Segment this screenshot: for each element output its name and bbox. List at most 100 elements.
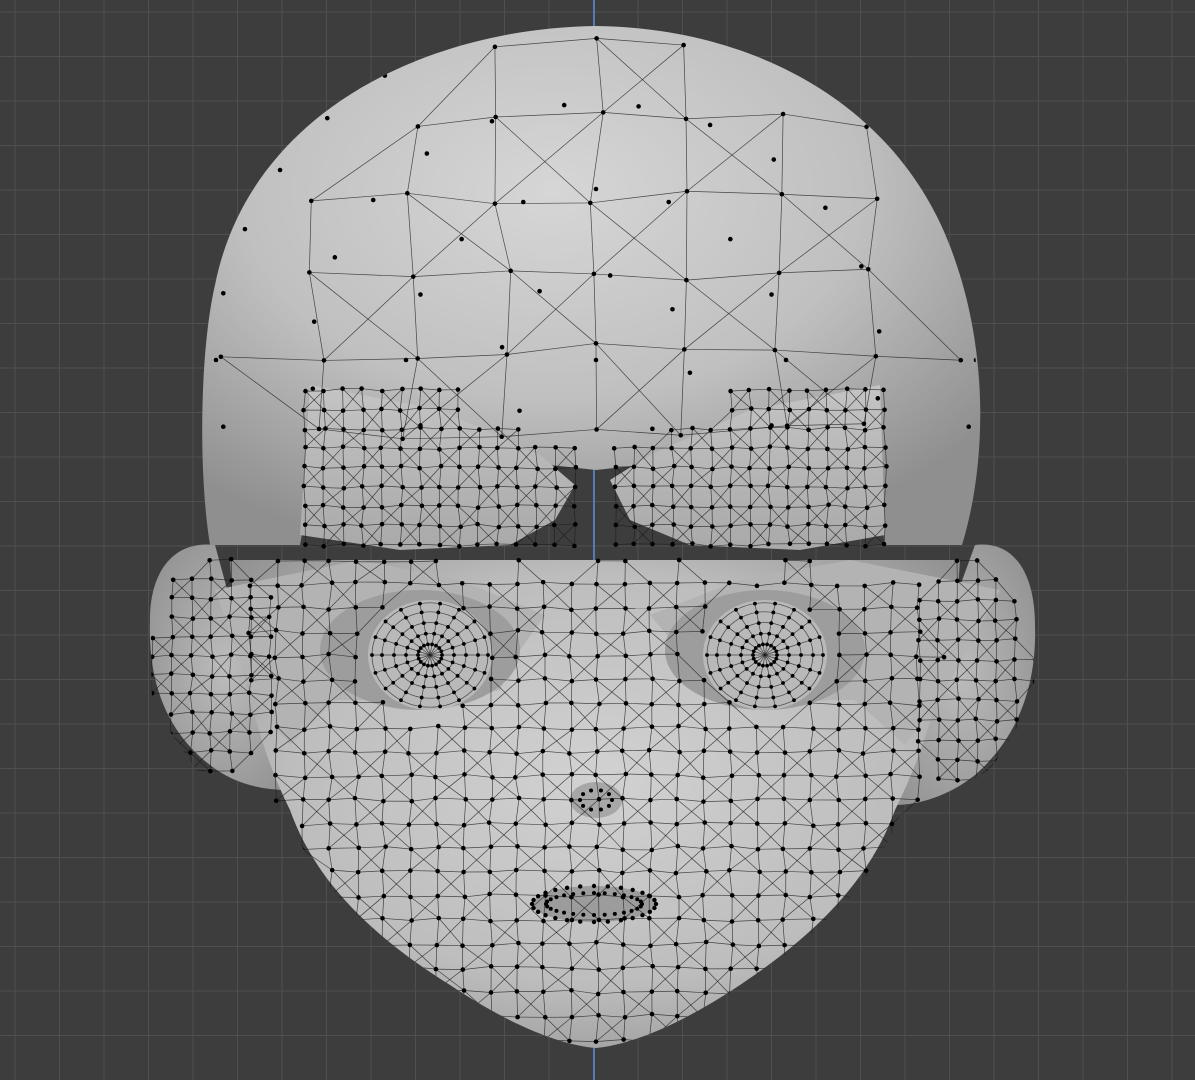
mesh-vertex[interactable] bbox=[321, 544, 326, 549]
mesh-vertex[interactable] bbox=[631, 541, 636, 547]
mesh-vertex[interactable] bbox=[676, 1035, 681, 1041]
mesh-vertex[interactable] bbox=[515, 484, 520, 490]
mesh-vertex[interactable] bbox=[864, 124, 869, 130]
mesh-vertex[interactable] bbox=[864, 652, 869, 657]
mesh-vertex[interactable] bbox=[534, 524, 539, 530]
3d-viewport[interactable] bbox=[0, 0, 1195, 1080]
mesh-vertex[interactable] bbox=[433, 795, 438, 801]
mesh-vertex[interactable] bbox=[581, 891, 586, 896]
mesh-vertex[interactable] bbox=[708, 544, 713, 549]
mesh-vertex[interactable] bbox=[300, 631, 305, 636]
mesh-vertex[interactable] bbox=[787, 541, 793, 547]
mesh-vertex[interactable] bbox=[806, 427, 811, 433]
mesh-vertex[interactable] bbox=[554, 485, 559, 490]
mesh-vertex[interactable] bbox=[748, 406, 754, 411]
mesh-vertex[interactable] bbox=[329, 774, 335, 780]
mesh-vertex[interactable] bbox=[786, 464, 792, 470]
mesh-vertex[interactable] bbox=[430, 642, 434, 647]
mesh-vertex[interactable] bbox=[326, 748, 331, 754]
mesh-vertex[interactable] bbox=[811, 823, 816, 829]
mesh-vertex[interactable] bbox=[571, 892, 576, 897]
mesh-vertex[interactable] bbox=[353, 579, 358, 585]
mesh-vertex[interactable] bbox=[703, 966, 708, 972]
mesh-vertex[interactable] bbox=[461, 605, 466, 611]
mesh-vertex[interactable] bbox=[569, 797, 574, 803]
mesh-vertex[interactable] bbox=[669, 483, 675, 489]
mesh-vertex[interactable] bbox=[807, 607, 813, 612]
mesh-vertex[interactable] bbox=[379, 521, 385, 527]
mesh-vertex[interactable] bbox=[435, 893, 441, 899]
mesh-vertex[interactable] bbox=[955, 637, 961, 642]
mesh-vertex[interactable] bbox=[541, 726, 547, 731]
mesh-vertex[interactable] bbox=[1012, 598, 1017, 604]
mesh-vertex[interactable] bbox=[781, 639, 786, 644]
mesh-vertex[interactable] bbox=[422, 662, 426, 667]
mesh-vertex[interactable] bbox=[727, 483, 733, 488]
mesh-vertex[interactable] bbox=[229, 711, 235, 716]
mesh-vertex[interactable] bbox=[806, 541, 812, 547]
mesh-vertex[interactable] bbox=[303, 444, 308, 450]
mesh-vertex[interactable] bbox=[379, 773, 385, 779]
mesh-vertex[interactable] bbox=[630, 887, 635, 893]
mesh-vertex[interactable] bbox=[168, 671, 174, 676]
mesh-vertex[interactable] bbox=[540, 964, 545, 970]
mesh-vertex[interactable] bbox=[623, 676, 628, 682]
mesh-vertex[interactable] bbox=[190, 730, 195, 735]
mesh-vertex[interactable] bbox=[648, 772, 654, 777]
mesh-vertex[interactable] bbox=[708, 670, 713, 675]
mesh-vertex[interactable] bbox=[753, 660, 758, 664]
mesh-vertex[interactable] bbox=[729, 773, 735, 779]
mesh-vertex[interactable] bbox=[461, 748, 467, 753]
mesh-vertex[interactable] bbox=[740, 660, 745, 665]
mesh-vertex[interactable] bbox=[496, 465, 501, 470]
mesh-vertex[interactable] bbox=[753, 704, 757, 709]
mesh-vertex[interactable] bbox=[514, 989, 520, 994]
mesh-vertex[interactable] bbox=[553, 445, 558, 450]
mesh-vertex[interactable] bbox=[227, 691, 233, 697]
mesh-vertex[interactable] bbox=[417, 405, 422, 411]
mesh-vertex[interactable] bbox=[272, 655, 278, 661]
mesh-vertex[interactable] bbox=[805, 446, 811, 452]
mesh-vertex[interactable] bbox=[341, 465, 346, 470]
mesh-vertex[interactable] bbox=[748, 426, 753, 431]
mesh-vertex[interactable] bbox=[380, 916, 385, 921]
mesh-vertex[interactable] bbox=[623, 653, 629, 659]
mesh-vertex[interactable] bbox=[956, 658, 961, 663]
mesh-vertex[interactable] bbox=[356, 774, 361, 780]
mesh-vertex[interactable] bbox=[787, 615, 791, 620]
mesh-vertex[interactable] bbox=[596, 892, 601, 897]
mesh-vertex[interactable] bbox=[688, 483, 694, 489]
mesh-vertex[interactable] bbox=[383, 844, 388, 849]
mesh-vertex[interactable] bbox=[569, 607, 574, 613]
mesh-vertex[interactable] bbox=[735, 673, 740, 678]
mesh-vertex[interactable] bbox=[591, 271, 597, 277]
mesh-vertex[interactable] bbox=[302, 522, 308, 528]
mesh-vertex[interactable] bbox=[324, 115, 330, 121]
mesh-vertex[interactable] bbox=[595, 558, 601, 564]
mesh-vertex[interactable] bbox=[640, 890, 645, 895]
mesh-vertex[interactable] bbox=[630, 915, 635, 921]
mesh-vertex[interactable] bbox=[936, 776, 941, 782]
mesh-vertex[interactable] bbox=[246, 690, 252, 696]
mesh-vertex[interactable] bbox=[382, 638, 387, 643]
mesh-vertex[interactable] bbox=[954, 677, 960, 683]
mesh-vertex[interactable] bbox=[418, 660, 423, 664]
mesh-vertex[interactable] bbox=[837, 606, 842, 612]
mesh-vertex[interactable] bbox=[541, 796, 547, 802]
mesh-vertex[interactable] bbox=[761, 642, 765, 647]
mesh-vertex[interactable] bbox=[687, 370, 693, 376]
mesh-vertex[interactable] bbox=[734, 607, 738, 612]
mesh-vertex[interactable] bbox=[710, 524, 715, 529]
mesh-vertex[interactable] bbox=[836, 726, 841, 732]
mesh-vertex[interactable] bbox=[340, 408, 346, 413]
mesh-vertex[interactable] bbox=[593, 606, 599, 611]
mesh-vertex[interactable] bbox=[379, 388, 385, 394]
mesh-vertex[interactable] bbox=[391, 680, 396, 685]
mesh-vertex[interactable] bbox=[666, 199, 672, 205]
mesh-vertex[interactable] bbox=[405, 645, 410, 650]
mesh-vertex[interactable] bbox=[455, 407, 461, 412]
mesh-vertex[interactable] bbox=[495, 484, 500, 489]
mesh-vertex[interactable] bbox=[457, 607, 461, 612]
mesh-vertex[interactable] bbox=[326, 797, 331, 803]
mesh-vertex[interactable] bbox=[754, 724, 759, 730]
